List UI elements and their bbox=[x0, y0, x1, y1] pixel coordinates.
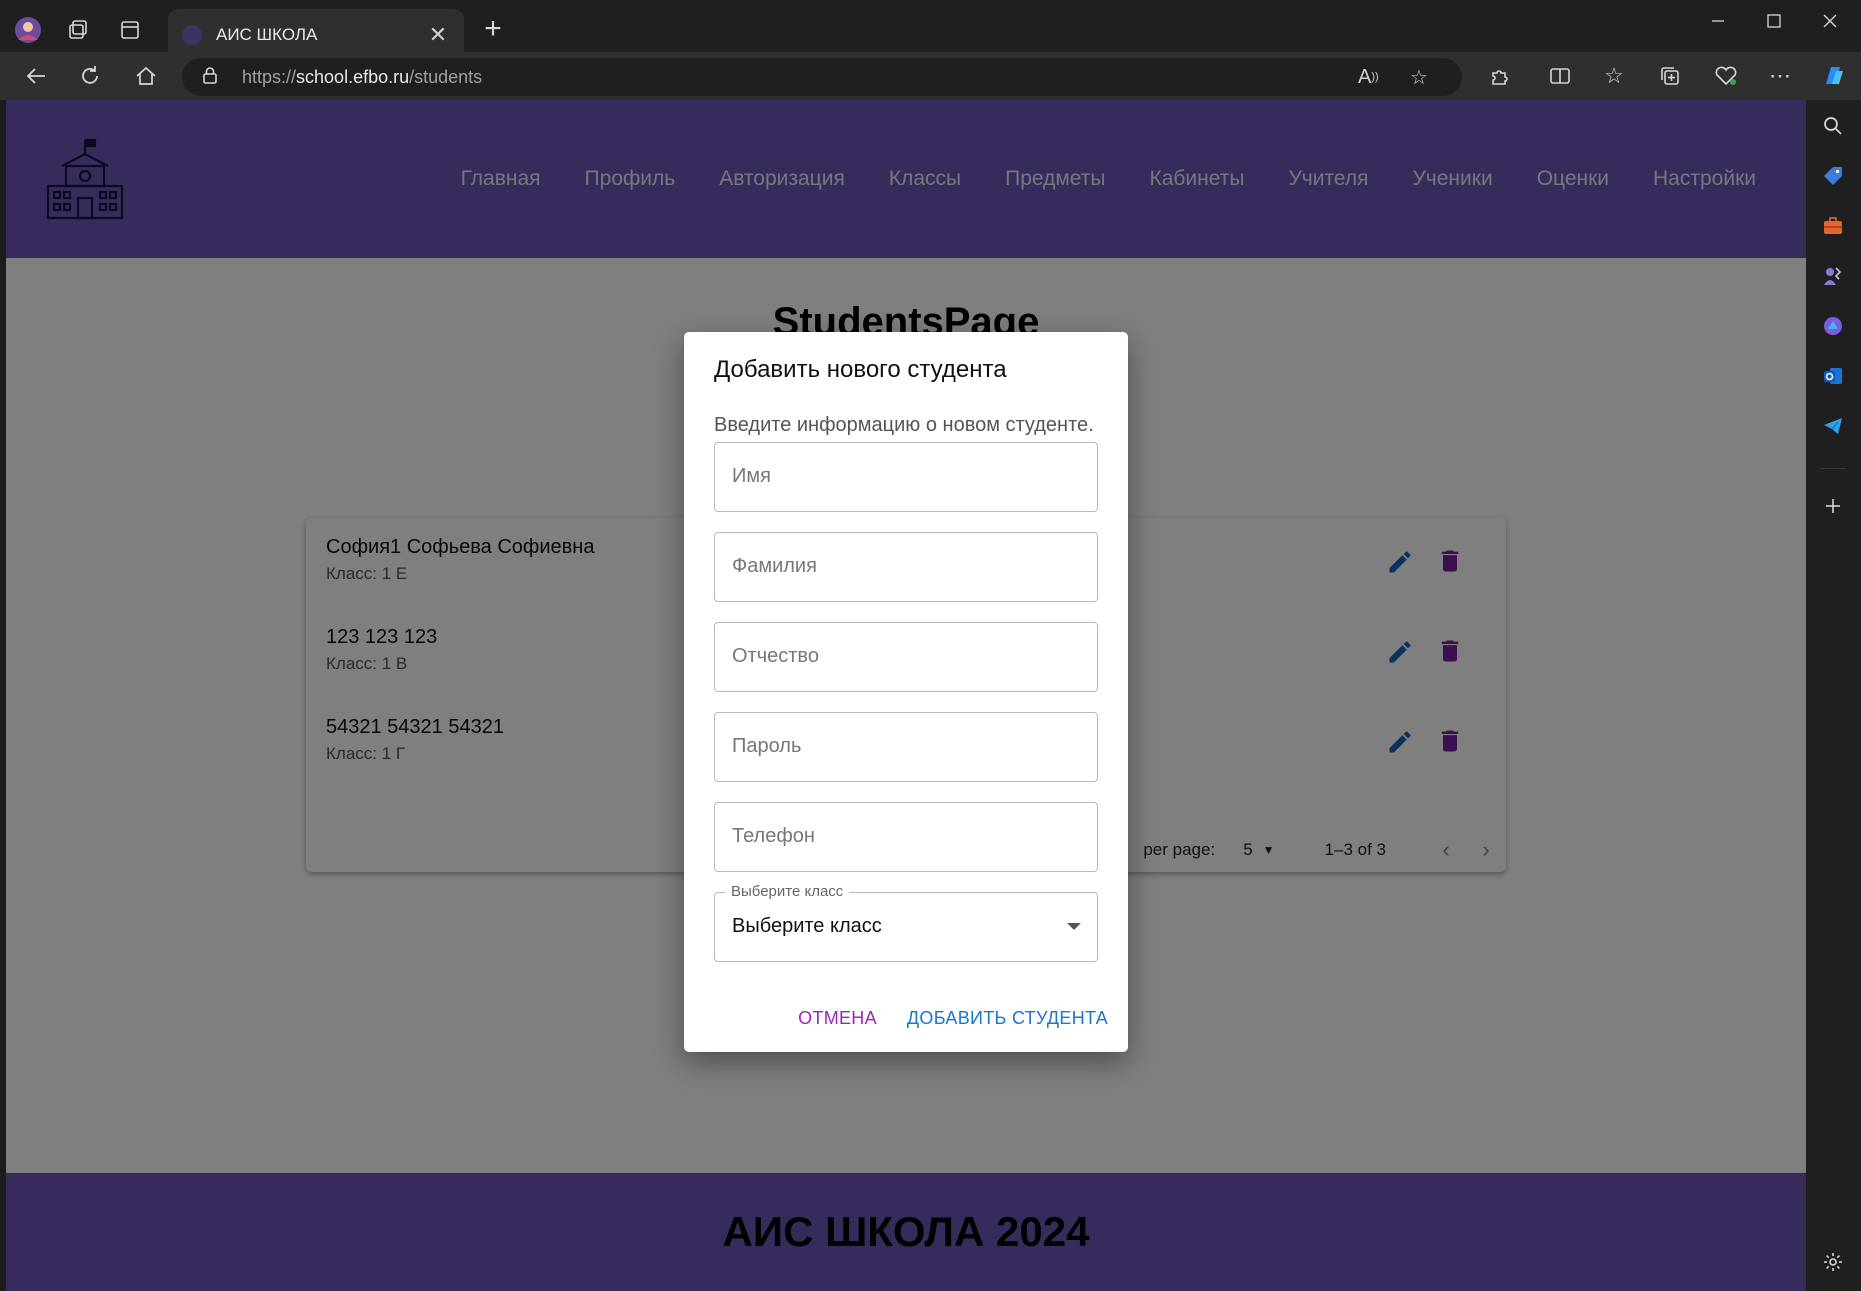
profile-avatar-icon[interactable] bbox=[10, 12, 46, 48]
favorite-star-icon[interactable]: ☆ bbox=[1410, 58, 1428, 96]
first-name-field[interactable]: Имя bbox=[714, 442, 1098, 512]
browser-toolbar: https://school.efbo.ru/students A)) ☆ ☆ … bbox=[0, 52, 1861, 100]
password-field[interactable]: Пароль bbox=[714, 712, 1098, 782]
patronymic-placeholder: Отчество bbox=[732, 645, 819, 667]
workspaces-icon[interactable] bbox=[60, 12, 96, 48]
search-icon[interactable] bbox=[1815, 108, 1851, 144]
add-student-button[interactable]: ДОБАВИТЬ СТУДЕНТА bbox=[907, 1008, 1108, 1029]
tab-title: АИС ШКОЛА bbox=[216, 24, 318, 44]
games-icon[interactable] bbox=[1815, 258, 1851, 294]
split-screen-icon[interactable] bbox=[1542, 59, 1578, 93]
chevron-down-icon bbox=[1067, 923, 1081, 930]
dialog-actions: ОТМЕНА ДОБАВИТЬ СТУДЕНТА bbox=[798, 1008, 1108, 1029]
new-tab-button[interactable]: + bbox=[475, 12, 511, 48]
browser-essentials-icon[interactable] bbox=[1708, 59, 1744, 93]
first-name-placeholder: Имя bbox=[732, 465, 771, 487]
password-placeholder: Пароль bbox=[732, 735, 802, 757]
browser-titlebar: АИС ШКОЛА ✕ + bbox=[0, 0, 1861, 60]
address-bar[interactable]: https://school.efbo.ru/students A)) ☆ bbox=[182, 58, 1462, 96]
dialog-title: Добавить нового студента bbox=[714, 356, 1007, 383]
tab-actions-icon[interactable] bbox=[112, 12, 148, 48]
last-name-field[interactable]: Фамилия bbox=[714, 532, 1098, 602]
last-name-placeholder: Фамилия bbox=[732, 555, 817, 577]
extensions-icon[interactable] bbox=[1482, 59, 1518, 93]
url-text: https://school.efbo.ru/students bbox=[242, 66, 483, 87]
lock-icon bbox=[202, 66, 226, 89]
class-select-value: Выберите класс bbox=[732, 915, 882, 937]
minimize-icon[interactable] bbox=[1690, 0, 1746, 42]
collections-icon[interactable] bbox=[1652, 59, 1688, 93]
copilot-icon[interactable] bbox=[1816, 59, 1852, 93]
more-options-icon[interactable]: ⋯ bbox=[1762, 59, 1798, 93]
tools-briefcase-icon[interactable] bbox=[1815, 208, 1851, 244]
page-viewport: Главная Профиль Авторизация Классы Предм… bbox=[6, 100, 1806, 1291]
add-student-dialog: Добавить нового студента Введите информа… bbox=[684, 332, 1128, 1052]
read-aloud-icon[interactable]: A)) bbox=[1358, 58, 1379, 96]
sidebar-divider bbox=[1820, 468, 1846, 469]
sidebar-settings-gear-icon[interactable] bbox=[1815, 1244, 1851, 1280]
send-telegram-icon[interactable] bbox=[1815, 408, 1851, 444]
shopping-tag-icon[interactable] bbox=[1815, 158, 1851, 194]
phone-placeholder: Телефон bbox=[732, 825, 815, 847]
class-select[interactable]: Выберите класс Выберите класс bbox=[714, 883, 1098, 962]
class-select-label: Выберите класс bbox=[725, 883, 850, 900]
back-icon[interactable] bbox=[16, 58, 56, 94]
dialog-description: Введите информацию о новом студенте. bbox=[714, 414, 1094, 436]
maximize-icon[interactable] bbox=[1746, 0, 1802, 42]
browser-sidebar bbox=[1806, 100, 1861, 1291]
tab-close-icon[interactable]: ✕ bbox=[426, 22, 450, 48]
outlook-icon[interactable] bbox=[1815, 358, 1851, 394]
close-window-icon[interactable] bbox=[1802, 0, 1858, 42]
home-icon[interactable] bbox=[126, 58, 166, 94]
tab-favicon-icon bbox=[182, 24, 202, 45]
phone-field[interactable]: Телефон bbox=[714, 802, 1098, 872]
add-sidebar-icon[interactable] bbox=[1815, 488, 1851, 524]
patronymic-field[interactable]: Отчество bbox=[714, 622, 1098, 692]
microsoft365-icon[interactable] bbox=[1815, 308, 1851, 344]
favorites-icon[interactable]: ☆ bbox=[1596, 59, 1632, 93]
refresh-icon[interactable] bbox=[70, 58, 110, 94]
cancel-button[interactable]: ОТМЕНА bbox=[798, 1008, 877, 1029]
